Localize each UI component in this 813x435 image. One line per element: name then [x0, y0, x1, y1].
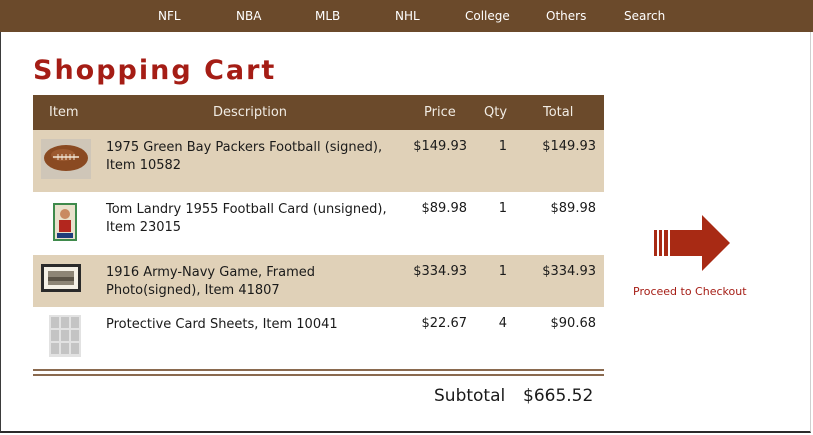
header-item: Item — [49, 105, 79, 120]
subtotal-value: $665.52 — [523, 386, 594, 406]
item-total: $334.93 — [542, 264, 596, 279]
item-total: $90.68 — [550, 316, 597, 331]
top-nav: NFL NBA MLB NHL College Others Search — [0, 0, 813, 32]
item-price: $149.93 — [413, 139, 467, 154]
framed-photo[interactable] — [41, 264, 81, 292]
header-qty: Qty — [484, 105, 508, 120]
item-total: $89.98 — [550, 201, 597, 216]
subtotal-divider — [33, 374, 604, 376]
subtotal-label: Subtotal — [434, 386, 506, 406]
item-description[interactable]: Tom Landry 1955 Football Card (unsigned)… — [106, 201, 406, 237]
table-row: Protective Card Sheets, Item 10041 $22.6… — [33, 307, 604, 367]
header-total: Total — [543, 105, 574, 120]
table-row: Tom Landry 1955 Football Card (unsigned)… — [33, 192, 604, 255]
table-row: 1975 Green Bay Packers Football (signed)… — [33, 130, 604, 192]
table-header: Item Description Price Qty Total — [33, 95, 604, 130]
header-description: Description — [213, 105, 288, 120]
page-title: Shopping Cart — [33, 55, 277, 86]
card-sheets-photo[interactable] — [49, 315, 81, 357]
item-description[interactable]: 1916 Army-Navy Game, Framed Photo(signed… — [106, 264, 406, 300]
item-qty[interactable]: 1 — [477, 264, 507, 279]
item-total: $149.93 — [542, 139, 596, 154]
item-description[interactable]: 1975 Green Bay Packers Football (signed)… — [106, 139, 406, 175]
header-price: Price — [424, 105, 456, 120]
item-qty[interactable]: 1 — [477, 139, 507, 154]
item-price: $22.67 — [421, 316, 468, 331]
nav-item-others[interactable]: Others — [546, 0, 586, 32]
nav-item-search[interactable]: Search — [624, 0, 665, 32]
football-photo[interactable] — [41, 139, 91, 179]
item-description[interactable]: Protective Card Sheets, Item 10041 — [106, 316, 406, 334]
item-price: $89.98 — [421, 201, 468, 216]
nav-item-nfl[interactable]: NFL — [158, 0, 181, 32]
subtotal-divider — [33, 369, 604, 371]
nav-item-nba[interactable]: NBA — [236, 0, 261, 32]
table-row: 1916 Army-Navy Game, Framed Photo(signed… — [33, 255, 604, 307]
nav-item-college[interactable]: College — [465, 0, 510, 32]
nav-item-nhl[interactable]: NHL — [395, 0, 420, 32]
football-card-photo[interactable] — [53, 203, 77, 241]
item-price: $334.93 — [413, 264, 467, 279]
item-qty[interactable]: 1 — [477, 201, 507, 216]
cart-table: Item Description Price Qty Total 1975 Gr… — [33, 95, 604, 367]
checkout-label[interactable]: Proceed to Checkout — [633, 285, 747, 298]
item-qty[interactable]: 4 — [477, 316, 507, 331]
nav-item-mlb[interactable]: MLB — [315, 0, 340, 32]
arrow-right-icon — [654, 215, 730, 271]
